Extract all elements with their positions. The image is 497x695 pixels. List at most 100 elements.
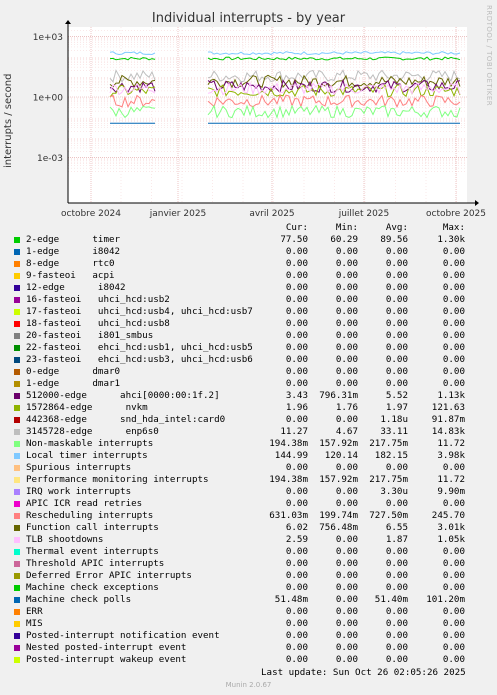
legend-series-name: Machine check exceptions <box>26 582 159 593</box>
legend-row: 1572864-edge nvkm 1.96 1.76 1.97 121.63 <box>0 402 497 414</box>
legend-row: 442368-edge snd_hda_intel:card0 0.00 0.00 1… <box>0 414 497 426</box>
legend-row: MIS 0.00 0.00 0.00 0.00 <box>0 618 497 630</box>
y-tick-label: 1e+00 <box>33 94 64 104</box>
legend-value: 0.00 <box>442 294 465 305</box>
legend-row: Machine check exceptions 0.00 0.00 0.00 0.00 <box>0 582 497 594</box>
legend-value: 3.98k <box>437 450 465 461</box>
legend-row: 1-edge dmar1 0.00 0.00 0.00 0.00 <box>0 378 497 390</box>
legend-value: 6.55 <box>385 522 408 533</box>
legend-series-name: 12-edge i8042 <box>26 282 126 293</box>
legend-value: 0.00 <box>385 294 408 305</box>
legend-row: Threshold APIC interrupts 0.00 0.00 0.00 0.0… <box>0 558 497 570</box>
legend-value: 0.00 <box>442 618 465 629</box>
legend-column-header: Max: <box>442 222 465 233</box>
legend-row: 18-fasteoi uhci_hcd:usb8 0.00 0.00 0.00 0.00 <box>0 318 497 330</box>
legend-value: 0.00 <box>442 570 465 581</box>
legend-row: 0-edge dmar0 0.00 0.00 0.00 0.00 <box>0 366 497 378</box>
legend-row: Local timer interrupts 144.99 120.14 182.15… <box>0 450 497 462</box>
legend-value: 0.00 <box>385 618 408 629</box>
legend-swatch <box>14 465 20 471</box>
legend-row: 12-edge i8042 0.00 0.00 0.00 0.00 <box>0 282 497 294</box>
legend-value: 0.00 <box>442 354 465 365</box>
legend-swatch <box>14 405 20 411</box>
legend-series-name: 17-fasteoi uhci_hcd:usb4, uhci_hcd:usb7 <box>26 306 253 317</box>
legend-row: 1-edge i8042 0.00 0.00 0.00 0.00 <box>0 246 497 258</box>
legend-value: 0.00 <box>442 330 465 341</box>
legend-series-name: ERR <box>26 606 43 617</box>
legend-value: 727.50m <box>369 510 408 521</box>
legend-row: Performance monitoring interrupts 194.38m… <box>0 474 497 486</box>
legend-value: 0.00 <box>385 270 408 281</box>
legend-row: Posted-interrupt wakeup event 0.00 0.00 0.0… <box>0 654 497 666</box>
legend-row: Posted-interrupt notification event 0.00 0… <box>0 630 497 642</box>
legend-value: 3.01k <box>437 522 465 533</box>
legend-series-name: 22-fasteoi ehci_hcd:usb1, uhci_hcd:usb5 <box>26 342 253 353</box>
legend-value: 0.00 <box>442 630 465 641</box>
legend-value: 14.83k <box>431 426 465 437</box>
legend-value: 121.63 <box>431 402 465 413</box>
legend-value: 0.00 <box>385 366 408 377</box>
legend-swatch <box>14 429 20 435</box>
legend-column-header: Avg: <box>385 222 408 233</box>
legend-value: 182.15 <box>374 450 408 461</box>
legend-row: 17-fasteoi uhci_hcd:usb4, uhci_hcd:usb7 0… <box>0 306 497 318</box>
legend-series-name: Posted-interrupt wakeup event <box>26 654 187 665</box>
legend-value: 245.70 <box>431 510 465 521</box>
legend-swatch <box>14 249 20 255</box>
legend-value: 1.87 <box>385 534 408 545</box>
legend-swatch <box>14 621 20 627</box>
legend-value: 11.72 <box>437 438 465 449</box>
legend-series-name: Performance monitoring interrupts <box>26 474 209 485</box>
legend-swatch <box>14 657 20 663</box>
legend-row: 2-edge timer 77.50 60.29 89.56 1.30k <box>0 234 497 246</box>
legend-swatch <box>14 369 20 375</box>
legend-row: 512000-edge ahci[0000:00:1f.2] 3.43 796.31… <box>0 390 497 402</box>
legend-row: 22-fasteoi ehci_hcd:usb1, uhci_hcd:usb5 0… <box>0 342 497 354</box>
legend-series-name: 20-fasteoi i801_smbus <box>26 330 154 341</box>
legend-swatch <box>14 309 20 315</box>
last-update: Last update: Sun Oct 26 02:05:26 2025 <box>261 667 466 678</box>
legend-value: 0.00 <box>442 342 465 353</box>
legend-swatch <box>14 417 20 423</box>
legend-swatch <box>14 573 20 579</box>
legend-swatch <box>14 297 20 303</box>
legend-swatch <box>14 273 20 279</box>
legend-value: 0.00 <box>442 462 465 473</box>
legend-value: 0.00 <box>385 498 408 509</box>
legend-value: 0.00 <box>442 306 465 317</box>
legend-swatch <box>14 597 20 603</box>
x-tick-label: juillet 2025 <box>338 209 390 219</box>
y-tick-label: 1e-03 <box>37 154 63 164</box>
legend-value: 5.52 <box>385 390 408 401</box>
legend-swatch <box>14 477 20 483</box>
legend-series-name: Nested posted-interrupt event <box>26 642 187 653</box>
legend-series-name: 0-edge dmar0 <box>26 366 121 377</box>
legend-series-name: 3145728-edge enp6s0 <box>26 426 159 437</box>
legend-row: 8-edge rtc0 0.00 0.00 0.00 0.00 <box>0 258 497 270</box>
legend-series-name: MIS <box>26 618 43 629</box>
legend-value: 3.30u <box>380 486 408 497</box>
legend-value: 0.00 <box>385 546 408 557</box>
legend-value: 0.00 <box>385 258 408 269</box>
legend-value: 0.00 <box>385 582 408 593</box>
legend-value: 33.11 <box>380 426 408 437</box>
legend-value: 1.13k <box>437 390 465 401</box>
legend-row: 16-fasteoi uhci_hcd:usb2 0.00 0.00 0.00 0.00 <box>0 294 497 306</box>
legend-swatch <box>14 633 20 639</box>
legend-value: 0.00 <box>442 258 465 269</box>
legend-value: 0.00 <box>442 558 465 569</box>
legend-value: 0.00 <box>385 318 408 329</box>
x-tick-label: octobre 2025 <box>426 209 486 219</box>
legend-value: 0.00 <box>385 642 408 653</box>
legend-swatch <box>14 345 20 351</box>
legend-value: 0.00 <box>442 654 465 665</box>
legend-value: 0.00 <box>385 462 408 473</box>
legend-swatch <box>14 489 20 495</box>
legend-value: 89.56 <box>380 234 408 245</box>
legend-swatch <box>14 237 20 243</box>
legend-value: 0.00 <box>385 342 408 353</box>
legend-swatch <box>14 285 20 291</box>
legend-row: TLB shootdowns 2.59 0.00 1.87 1.05k <box>0 534 497 546</box>
legend-value: 51.40m <box>374 594 408 605</box>
legend-swatch <box>14 501 20 507</box>
